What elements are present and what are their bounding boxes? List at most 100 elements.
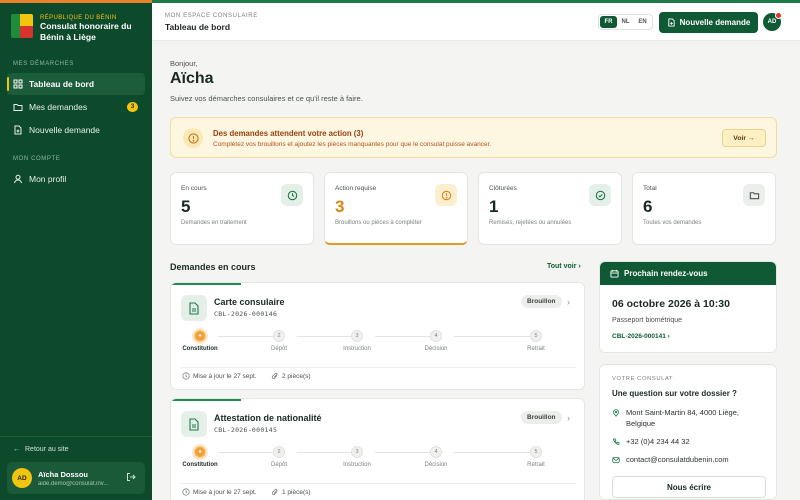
- arrow-left-icon: ←: [13, 446, 20, 453]
- divider: [181, 367, 576, 368]
- clock-icon: [182, 488, 190, 496]
- chevron-right-icon[interactable]: ›: [567, 413, 570, 423]
- document-plus-icon: [668, 18, 675, 27]
- status-badge: Brouillon: [521, 295, 562, 308]
- new-request-button[interactable]: Nouvelle demande: [659, 12, 758, 33]
- benin-flag-icon: [11, 14, 33, 38]
- document-icon: [181, 411, 207, 437]
- sidebar-item-profile[interactable]: Mon profil: [7, 168, 145, 190]
- greeting-hello: Bonjour,: [170, 59, 198, 68]
- request-card-carte-consulaire[interactable]: Carte consulaire CBL-2026-000146 Brouill…: [170, 282, 585, 390]
- dashboard-icon: [13, 79, 23, 89]
- stat-subtext: Demandes en traitement: [181, 220, 247, 226]
- paperclip-icon: [271, 488, 278, 495]
- stat-label: Clôturées: [489, 185, 517, 192]
- brand[interactable]: République du Bénin Consulat honoraire d…: [11, 14, 148, 43]
- appointment-header: Prochain rendez-vous: [600, 262, 776, 285]
- document-icon: [181, 295, 207, 321]
- user-name: Aïcha Dossou: [38, 469, 89, 479]
- header-avatar[interactable]: AD: [763, 12, 782, 31]
- step-instruction: 3 Instruction: [327, 446, 387, 468]
- stat-label: En cours: [181, 185, 207, 192]
- lang-fr-button[interactable]: FR: [600, 16, 617, 28]
- progress-steps: ● Constitution 2 Dépôt 3 Instruction 4 Décis…: [181, 446, 576, 476]
- updated-meta: Mise à jour le 27 sept.: [182, 488, 257, 496]
- section-label-compte: Mon compte: [13, 156, 61, 162]
- folder-icon: [13, 104, 23, 111]
- requests-count-badge: 3: [127, 102, 138, 112]
- phone-icon: [613, 438, 620, 445]
- sidebar-item-dashboard[interactable]: Tableau de bord: [7, 73, 145, 95]
- consulate-question: Une question sur votre dossier ?: [612, 389, 737, 398]
- back-to-site-label: Retour au site: [25, 446, 69, 453]
- request-title: Attestation de nationalité: [214, 413, 322, 423]
- consulate-address: Mont Saint-Martin 84, 4000 Liège, Belgiq…: [612, 407, 762, 429]
- consulate-phone[interactable]: +32 (0)4 234 44 32: [612, 436, 690, 447]
- stat-card-total[interactable]: Total 6 Toutes vos demandes: [632, 172, 776, 245]
- pieces-meta: 2 pièce(s): [271, 372, 311, 380]
- step-depot: 2 Dépôt: [249, 446, 309, 468]
- progress-steps: ● Constitution 2 Dépôt 3 Instruction 4 Décis…: [181, 330, 576, 360]
- stat-card-action-required[interactable]: Action requise 3 Brouillons ou pièces à …: [324, 172, 468, 245]
- consulate-kicker: Votre consulat: [612, 376, 674, 382]
- clock-icon: [281, 184, 303, 206]
- sidebar-item-new-request[interactable]: Nouvelle demande: [7, 119, 145, 141]
- logout-icon[interactable]: [126, 472, 136, 482]
- language-switcher: FR NL EN: [598, 14, 653, 30]
- sidebar-item-label: Tableau de bord: [29, 79, 95, 89]
- stat-card-in-progress[interactable]: En cours 5 Demandes en traitement: [170, 172, 314, 245]
- consulate-email[interactable]: contact@consulatdubenin.com: [612, 454, 729, 465]
- divider: [181, 483, 576, 484]
- map-pin-icon: [613, 409, 619, 417]
- stat-subtext: Brouillons ou pièces à compléter: [335, 220, 422, 226]
- back-to-site-link[interactable]: ← Retour au site: [13, 446, 69, 453]
- appointment-reference-link[interactable]: CBL-2026-000141 ›: [612, 333, 670, 340]
- greeting-name: Aïcha: [170, 70, 214, 87]
- step-constitution: ● Constitution: [171, 330, 230, 352]
- stat-subtext: Toutes vos demandes: [643, 220, 702, 226]
- greeting-subtitle: Suivez vos démarches consulaires et ce q…: [170, 94, 363, 103]
- stat-label: Action requise: [335, 185, 377, 192]
- alert-description: Complétez vos brouillons et ajoutez les …: [213, 141, 492, 148]
- sidebar-divider: [0, 436, 152, 437]
- step-constitution: ● Constitution: [171, 446, 230, 468]
- top-accent-bar: [0, 0, 800, 3]
- request-card-attestation[interactable]: Attestation de nationalité CBL-2026-0001…: [170, 398, 585, 500]
- stat-value: 1: [489, 197, 499, 216]
- mail-icon: [612, 457, 620, 463]
- stat-value: 3: [335, 197, 345, 216]
- calendar-icon: [610, 269, 619, 278]
- request-title: Carte consulaire: [214, 297, 285, 307]
- pieces-meta: 1 pièce(s): [271, 488, 311, 496]
- brand-name: Consulat honoraire du Bénin à Liège: [40, 21, 132, 42]
- step-instruction: 3 Instruction: [327, 330, 387, 352]
- step-depot: 2 Dépôt: [249, 330, 309, 352]
- user-icon: [14, 174, 22, 184]
- lang-nl-button[interactable]: NL: [617, 16, 634, 28]
- stat-subtext: Remises, rejetées ou annulées: [489, 220, 572, 226]
- requests-section-title: Demandes en cours: [170, 262, 256, 272]
- page-title: Tableau de bord: [165, 22, 231, 32]
- write-to-us-button[interactable]: Nous écrire: [612, 476, 766, 498]
- stat-value: 5: [181, 197, 191, 216]
- chevron-right-icon[interactable]: ›: [567, 297, 570, 307]
- step-decision: 4 Décision: [406, 446, 466, 468]
- lang-en-button[interactable]: EN: [634, 16, 651, 28]
- sidebar: République du Bénin Consulat honoraire d…: [0, 0, 152, 500]
- section-label-demarches: Mes démarches: [13, 61, 74, 67]
- user-card[interactable]: AD Aïcha Dossou aide.demo@consulat.inv..…: [7, 462, 145, 494]
- sidebar-item-requests[interactable]: Mes demandes 3: [7, 96, 145, 118]
- see-all-link[interactable]: Tout voir ›: [547, 263, 581, 270]
- card-accent: [171, 283, 241, 285]
- stat-card-closed[interactable]: Clôturées 1 Remises, rejetées ou annulée…: [478, 172, 622, 245]
- warning-icon: [435, 184, 457, 206]
- sidebar-item-label: Mes demandes: [29, 102, 88, 112]
- alert-view-button[interactable]: Voir →: [722, 129, 766, 147]
- stat-label: Total: [643, 185, 657, 192]
- alert-title: Des demandes attendent votre action (3): [213, 129, 364, 138]
- status-badge: Brouillon: [521, 411, 562, 424]
- request-reference: CBL-2026-000145: [214, 426, 278, 434]
- paperclip-icon: [271, 372, 278, 379]
- stat-value: 6: [643, 197, 653, 216]
- clock-icon: [182, 372, 190, 380]
